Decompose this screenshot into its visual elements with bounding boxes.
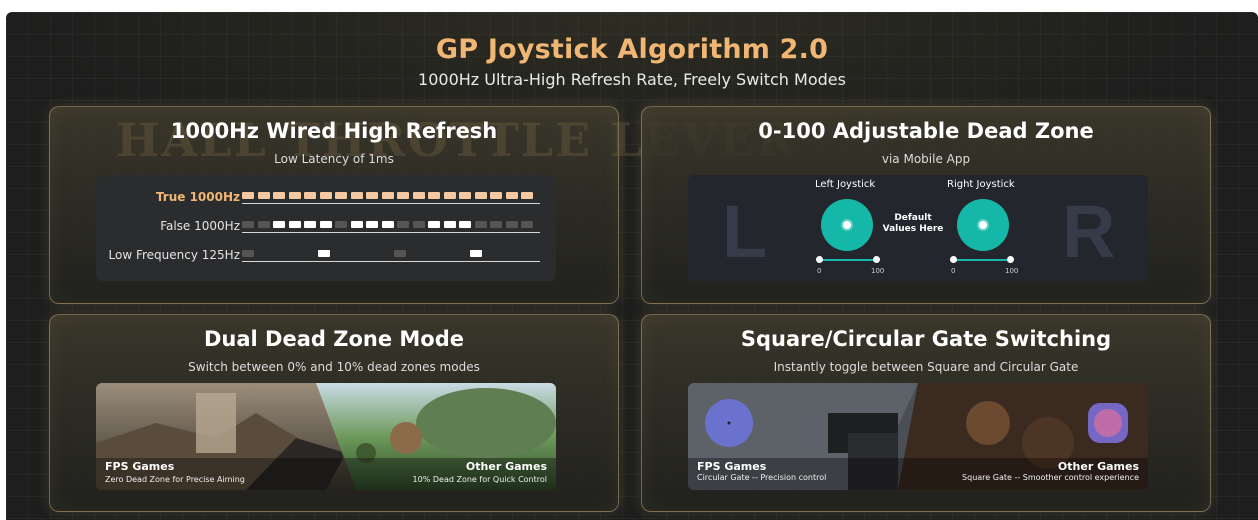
low-frequency-track xyxy=(242,261,540,262)
right-letter: R xyxy=(1062,190,1116,273)
right-joystick-label: Right Joystick xyxy=(947,179,1015,190)
other-games-title: Other Games xyxy=(1057,460,1139,473)
signal-tick xyxy=(381,221,394,228)
signal-tick xyxy=(490,221,502,228)
right-joystick-icon xyxy=(957,199,1009,251)
signal-tick xyxy=(459,221,471,228)
signal-tick xyxy=(490,192,502,199)
game-scene-image: FPS Games Circular Gate -- Precision con… xyxy=(688,383,1148,490)
true-1000hz-track xyxy=(242,203,540,204)
signal-tick xyxy=(521,221,533,228)
card-title: 0-100 Adjustable Dead Zone xyxy=(758,119,1094,143)
signal-tick xyxy=(350,192,363,199)
signal-tick xyxy=(521,192,533,199)
slider-max-knob[interactable] xyxy=(873,256,880,263)
other-games-title: Other Games xyxy=(465,460,547,473)
slider-min-value: 0 xyxy=(817,267,822,275)
card-title: Dual Dead Zone Mode xyxy=(203,327,464,351)
slider-max-knob[interactable] xyxy=(1007,256,1014,263)
signal-tick xyxy=(273,192,285,199)
other-games-desc: Square Gate -- Smoother control experien… xyxy=(962,473,1139,482)
signal-tick xyxy=(318,250,330,257)
left-dead-zone-slider[interactable]: 0 100 xyxy=(816,256,884,275)
signal-tick xyxy=(474,192,487,199)
feature-banner: GP Joystick Algorithm 2.0 1000Hz Ultra-H… xyxy=(6,12,1258,520)
signal-tick xyxy=(350,221,363,228)
signal-tick xyxy=(257,192,270,199)
slider-max-value: 100 xyxy=(1005,267,1019,275)
signal-tick xyxy=(366,192,378,199)
signal-tick xyxy=(335,192,347,199)
signal-tick xyxy=(505,192,518,199)
signal-tick xyxy=(319,192,332,199)
signal-tick xyxy=(288,192,301,199)
signal-tick xyxy=(443,221,456,228)
signal-tick xyxy=(428,221,440,228)
signal-tick xyxy=(470,250,482,257)
slider-min-knob[interactable] xyxy=(816,256,823,263)
card-subtitle: via Mobile App xyxy=(881,152,971,166)
card-title: 1000Hz Wired High Refresh xyxy=(170,119,498,143)
signal-tick xyxy=(273,221,285,228)
right-dead-zone-slider[interactable]: 0 100 xyxy=(950,256,1018,275)
signal-tick xyxy=(412,192,425,199)
signal-tick xyxy=(304,192,316,199)
dual-dead-zone-card: Dual Dead Zone Mode Switch between 0% an… xyxy=(49,314,619,512)
gate-switching-card: Square/Circular Gate Switching Instantly… xyxy=(641,314,1211,512)
signal-tick xyxy=(257,221,270,228)
left-letter: L xyxy=(722,190,768,273)
card-subtitle: Low Latency of 1ms xyxy=(274,152,394,166)
game-scene-image: FPS Games Zero Dead Zone for Precise Aim… xyxy=(96,383,556,490)
signal-tick xyxy=(412,221,425,228)
false-1000hz-label: False 1000Hz xyxy=(160,219,240,233)
refresh-rate-card: HALL THROTTLE LEVER 1000Hz Wired High Re… xyxy=(49,106,794,304)
refresh-comparison-panel: True 1000Hz False 1000Hz Low Frequency 1… xyxy=(96,175,556,281)
fps-games-title: FPS Games xyxy=(105,460,175,473)
true-1000hz-label: True 1000Hz xyxy=(155,190,240,204)
card-title: Square/Circular Gate Switching xyxy=(740,327,1112,351)
slider-min-value: 0 xyxy=(951,267,956,275)
other-games-desc: 10% Dead Zone for Quick Control xyxy=(412,475,547,484)
default-values-label: Default Values Here xyxy=(882,213,944,234)
card-subtitle: Instantly toggle between Square and Circ… xyxy=(773,360,1079,374)
game-scene-illustration xyxy=(96,383,556,490)
fps-games-desc: Circular Gate -- Precision control xyxy=(697,473,827,482)
signal-tick xyxy=(288,221,301,228)
card-subtitle: Switch between 0% and 10% dead zones mod… xyxy=(188,360,480,374)
signal-tick xyxy=(428,192,440,199)
page-title: GP Joystick Algorithm 2.0 xyxy=(435,34,829,65)
signal-tick xyxy=(397,192,409,199)
dead-zone-panel: L R Left Joystick 0 100 Default Values H… xyxy=(688,175,1148,281)
slider-min-knob[interactable] xyxy=(950,256,957,263)
signal-tick xyxy=(304,221,316,228)
fps-games-title: FPS Games xyxy=(697,460,767,473)
fps-games-desc: Zero Dead Zone for Precise Aiming xyxy=(105,475,245,484)
signal-tick xyxy=(366,221,378,228)
signal-tick xyxy=(319,221,332,228)
false-1000hz-track xyxy=(242,232,540,233)
low-frequency-label: Low Frequency 125Hz xyxy=(108,248,240,262)
signal-tick xyxy=(335,221,347,228)
signal-tick xyxy=(242,250,254,257)
signal-tick xyxy=(505,221,518,228)
left-joystick-icon xyxy=(821,199,873,251)
signal-tick xyxy=(474,221,487,228)
signal-tick xyxy=(459,192,471,199)
dead-zone-card: 0-100 Adjustable Dead Zone via Mobile Ap… xyxy=(641,106,1211,304)
page-subtitle: 1000Hz Ultra-High Refresh Rate, Freely S… xyxy=(418,70,846,89)
signal-tick xyxy=(443,192,456,199)
slider-max-value: 100 xyxy=(871,267,885,275)
signal-tick xyxy=(242,192,254,199)
left-joystick-label: Left Joystick xyxy=(815,179,876,190)
signal-tick xyxy=(397,221,409,228)
signal-tick xyxy=(381,192,394,199)
signal-tick xyxy=(242,221,254,228)
signal-tick xyxy=(394,250,406,257)
